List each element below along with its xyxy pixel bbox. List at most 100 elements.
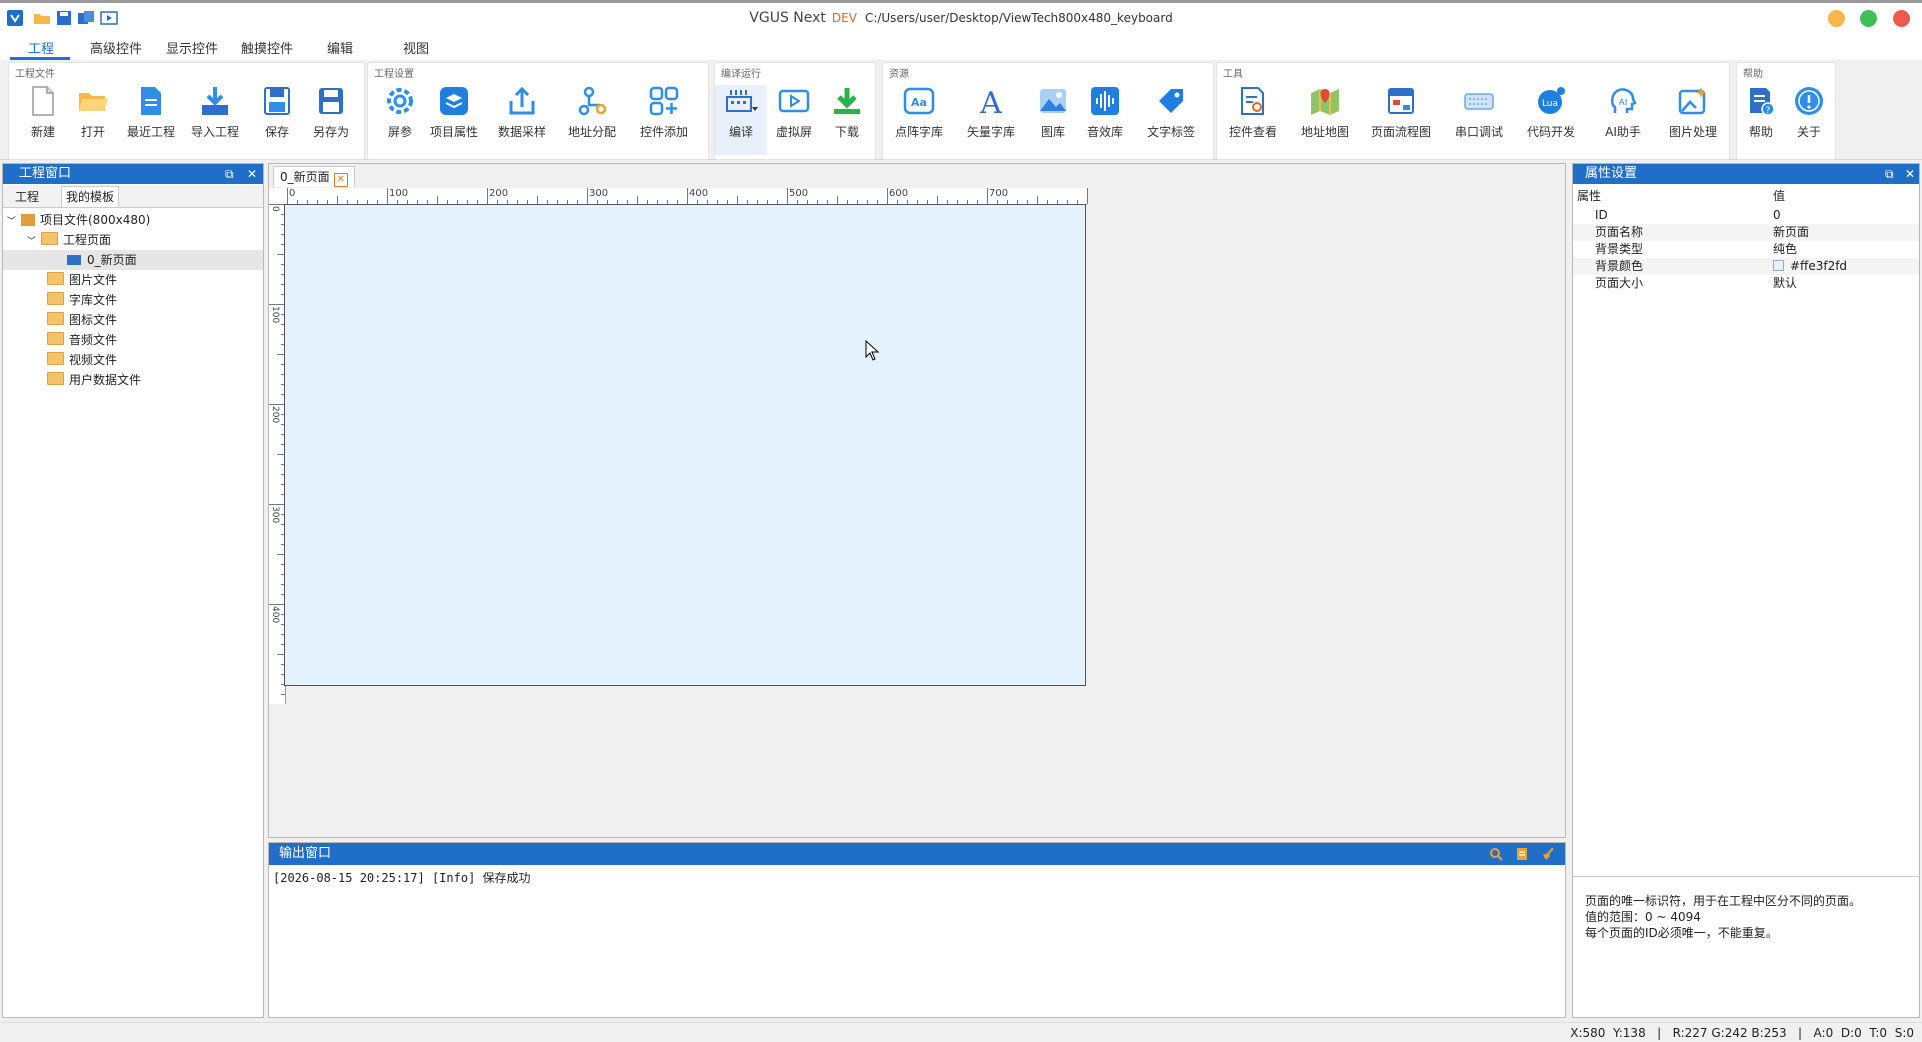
ruler-corner[interactable] xyxy=(269,188,288,205)
horizontal-ruler: 0 100 200 300 400 500 600 700 xyxy=(287,188,1088,205)
letter-a-icon: A xyxy=(979,86,1002,117)
tab-edit[interactable]: 编辑 xyxy=(327,38,353,57)
collapse-icon[interactable]: ﹀ xyxy=(27,232,41,252)
tree-root[interactable]: ﹀ 项目文件(800x480) xyxy=(3,210,263,230)
ruler-tick xyxy=(687,188,688,204)
tree-pages-folder[interactable]: ﹀ 工程页面 xyxy=(3,230,263,250)
ribbon-tabs: 工程 高级控件 显示控件 触摸控件 编辑 视图 xyxy=(0,32,1922,60)
property-row-id[interactable]: ID 0 xyxy=(1573,207,1919,224)
import-project-button[interactable]: 导入工程 xyxy=(183,85,247,155)
search-icon[interactable] xyxy=(1489,847,1503,861)
add-control-button[interactable]: 控件添加 xyxy=(632,85,696,155)
tree-folder-images[interactable]: 图片文件 xyxy=(3,270,263,290)
output-window: 输出窗口 [2026-08-15 20:25:17] [Info] 保存成功 xyxy=(268,842,1566,1018)
ruler-tick xyxy=(537,196,538,204)
virtual-screen-button[interactable]: 虚拟屏 xyxy=(767,85,821,155)
tab-view[interactable]: 视图 xyxy=(403,38,429,57)
close-tab-icon[interactable]: ✕ xyxy=(333,173,348,187)
output-header: 输出窗口 xyxy=(269,843,1565,865)
float-panel-icon[interactable]: ⧉ xyxy=(225,164,234,184)
properties-window: 属性设置 ⧉ ✕ 属性 值 ID 0 页面名称 新页面 背景类型 纯色 背景颜色 #ff… xyxy=(1572,163,1920,1018)
data-sampling-button[interactable]: 数据采样 xyxy=(490,85,554,155)
tab-display[interactable]: 显示控件 xyxy=(166,38,218,57)
collapse-icon[interactable]: ﹀ xyxy=(7,212,21,232)
tab-advanced[interactable]: 高级控件 xyxy=(90,38,142,57)
property-row-bg-type[interactable]: 背景类型 纯色 xyxy=(1573,241,1919,258)
ruler-tick xyxy=(269,504,285,505)
page-canvas[interactable] xyxy=(284,204,1086,686)
folder-icon xyxy=(47,292,64,305)
map-pin-icon xyxy=(1311,89,1339,115)
color-swatch[interactable] xyxy=(1773,260,1784,271)
close-panel-icon[interactable]: ✕ xyxy=(1905,164,1915,184)
compile-button[interactable]: 编译 xyxy=(715,85,767,155)
svg-text:A: A xyxy=(979,86,1002,117)
vector-font-button[interactable]: A 矢量字库 xyxy=(959,85,1023,155)
page-flowchart-button[interactable]: 页面流程图 xyxy=(1369,85,1433,155)
ruler-label: 700 xyxy=(989,188,1009,199)
group-title: 帮助 xyxy=(1743,69,1763,80)
tree-folder-video[interactable]: 视频文件 xyxy=(3,350,263,370)
doc-search-icon xyxy=(1241,87,1264,115)
code-dev-button[interactable]: Lua 代码开发 xyxy=(1519,85,1583,155)
tree-folder-user-data[interactable]: 用户数据文件 xyxy=(3,370,263,390)
tree-page-item[interactable]: 0_新页面 xyxy=(3,250,263,270)
about-button[interactable]: 关于 xyxy=(1785,85,1833,155)
doc-tab-page[interactable]: 0_新页面 ✕ xyxy=(273,166,355,187)
address-assign-button[interactable]: 地址分配 xyxy=(560,85,624,155)
property-row-bg-color[interactable]: 背景颜色 #ffe3f2fd xyxy=(1573,258,1919,275)
serial-debug-button[interactable]: 串口调试 xyxy=(1447,85,1511,155)
download-button[interactable]: 下载 xyxy=(821,85,873,155)
ruler-tick xyxy=(587,188,588,204)
project-tabs: 工程 我的模板 xyxy=(3,185,263,208)
property-description: 页面的唯一标识符，用于在工程中区分不同的页面。 值的范围：0 ~ 4094 每个… xyxy=(1573,876,1919,1017)
ruler-label: 300 xyxy=(270,506,280,524)
image-magic-icon xyxy=(1678,87,1707,115)
tree-folder-audio[interactable]: 音频文件 xyxy=(3,330,263,350)
layers-icon xyxy=(440,87,468,115)
tab-touch[interactable]: 触摸控件 xyxy=(241,38,293,57)
float-panel-icon[interactable]: ⧉ xyxy=(1885,164,1894,184)
close-panel-icon[interactable]: ✕ xyxy=(247,164,257,184)
maximize-button[interactable] xyxy=(1860,10,1877,27)
project-properties-button[interactable]: 项目属性 xyxy=(422,85,486,155)
group-project-file: 工程文件 新建 打开 最近工程 导入工程 保存 另存为 xyxy=(8,62,365,160)
close-button[interactable] xyxy=(1893,10,1910,27)
sound-library-button[interactable]: 音效库 xyxy=(1073,85,1137,155)
ruler-tick xyxy=(269,204,285,205)
address-map-button[interactable]: 地址地图 xyxy=(1293,85,1357,155)
tab-project[interactable]: 工程 xyxy=(28,38,54,57)
svg-text:AI: AI xyxy=(1619,98,1628,108)
tab-project-tree[interactable]: 工程 xyxy=(15,188,39,205)
minimize-button[interactable] xyxy=(1828,10,1845,27)
group-project-settings: 工程设置 屏参 项目属性 数据采样 地址分配 控件添加 xyxy=(367,62,709,160)
image-process-button[interactable]: 图片处理 xyxy=(1661,85,1725,155)
save-as-button[interactable]: 另存为 xyxy=(299,85,363,155)
tree-folder-icons[interactable]: 图标文件 xyxy=(3,310,263,330)
svg-text:Lua: Lua xyxy=(1542,99,1558,109)
recent-projects-button[interactable]: 最近工程 xyxy=(119,85,183,155)
dot-matrix-font-button[interactable]: Aa 点阵字库 xyxy=(887,85,951,155)
save-as-icon xyxy=(319,88,343,114)
log-file-icon[interactable] xyxy=(1515,847,1529,861)
panel-title: 工程窗口 xyxy=(19,166,72,181)
info-icon xyxy=(1795,87,1823,115)
open-button[interactable]: 打开 xyxy=(61,85,125,155)
clear-broom-icon[interactable] xyxy=(1541,847,1555,861)
group-title: 资源 xyxy=(889,69,909,80)
ai-assistant-button[interactable]: AI AI助手 xyxy=(1591,85,1655,155)
ruler-tick xyxy=(837,196,838,204)
import-icon xyxy=(202,87,228,115)
ruler-label: 100 xyxy=(389,188,409,199)
control-view-button[interactable]: 控件查看 xyxy=(1221,85,1285,155)
help-button[interactable]: ? 帮助 xyxy=(1737,85,1785,155)
tab-my-templates[interactable]: 我的模板 xyxy=(61,186,120,207)
ruler-tick xyxy=(387,188,388,204)
new-file-icon xyxy=(32,86,54,116)
property-row-page-size[interactable]: 页面大小 默认 xyxy=(1573,275,1919,292)
tree-folder-fonts[interactable]: 字库文件 xyxy=(3,290,263,310)
property-row-name[interactable]: 页面名称 新页面 xyxy=(1573,224,1919,241)
font-aa-icon: Aa xyxy=(903,87,935,115)
group-help: 帮助 ? 帮助 关于 xyxy=(1736,62,1836,160)
text-label-button[interactable]: 文字标签 xyxy=(1139,85,1203,155)
